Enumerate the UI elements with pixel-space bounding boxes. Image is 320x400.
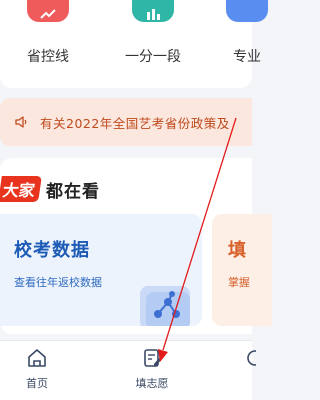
- volunteer-fill-card[interactable]: 填 掌握: [212, 214, 272, 326]
- chart-trend-icon: [27, 0, 69, 22]
- quick-entry-major[interactable]: 专业: [222, 0, 272, 66]
- speaker-icon: [15, 116, 27, 128]
- tab-label: 填志愿: [135, 377, 169, 390]
- tab-home[interactable]: 首页: [20, 347, 54, 391]
- card-title: 填: [228, 240, 246, 261]
- notice-banner[interactable]: 有关2022年全国艺考省份政策及: [0, 98, 252, 146]
- school-exam-data-card[interactable]: 校考数据 查看往年返校数据: [0, 214, 202, 326]
- bottom-tab-bar: 首页 填志愿: [0, 340, 263, 400]
- tab-fill-volunteer[interactable]: 填志愿: [130, 347, 174, 391]
- quick-entry-provincial-line[interactable]: 省控线: [20, 0, 76, 66]
- data-network-icon: [140, 286, 190, 326]
- tab-label: 首页: [26, 377, 48, 390]
- quick-entry-panel: 省控线 一分一段 专业: [0, 0, 268, 88]
- popular-section: 大家 都在看 校考数据 查看往年返校数据 填 掌握: [0, 158, 272, 334]
- quick-entry-label: 省控线: [27, 49, 69, 65]
- book-icon: [226, 0, 268, 22]
- section-title: 都在看: [46, 181, 101, 202]
- quick-entry-score-segment[interactable]: 一分一段: [118, 0, 188, 66]
- section-heading: 大家 都在看: [0, 176, 100, 202]
- card-subtitle: 掌握: [228, 276, 250, 289]
- form-edit-icon: [144, 349, 161, 367]
- quick-entry-label: 一分一段: [125, 49, 181, 65]
- quick-entry-label: 专业: [233, 49, 261, 65]
- card-subtitle: 查看往年返校数据: [14, 276, 102, 289]
- bar-chart-icon: [132, 0, 174, 22]
- brand-tag: 大家: [0, 176, 42, 202]
- home-icon: [28, 349, 46, 367]
- card-title: 校考数据: [14, 240, 90, 261]
- tab-partial[interactable]: [244, 347, 263, 373]
- partial-tab-icon: [247, 350, 263, 366]
- notice-text: 有关2022年全国艺考省份政策及: [40, 115, 230, 131]
